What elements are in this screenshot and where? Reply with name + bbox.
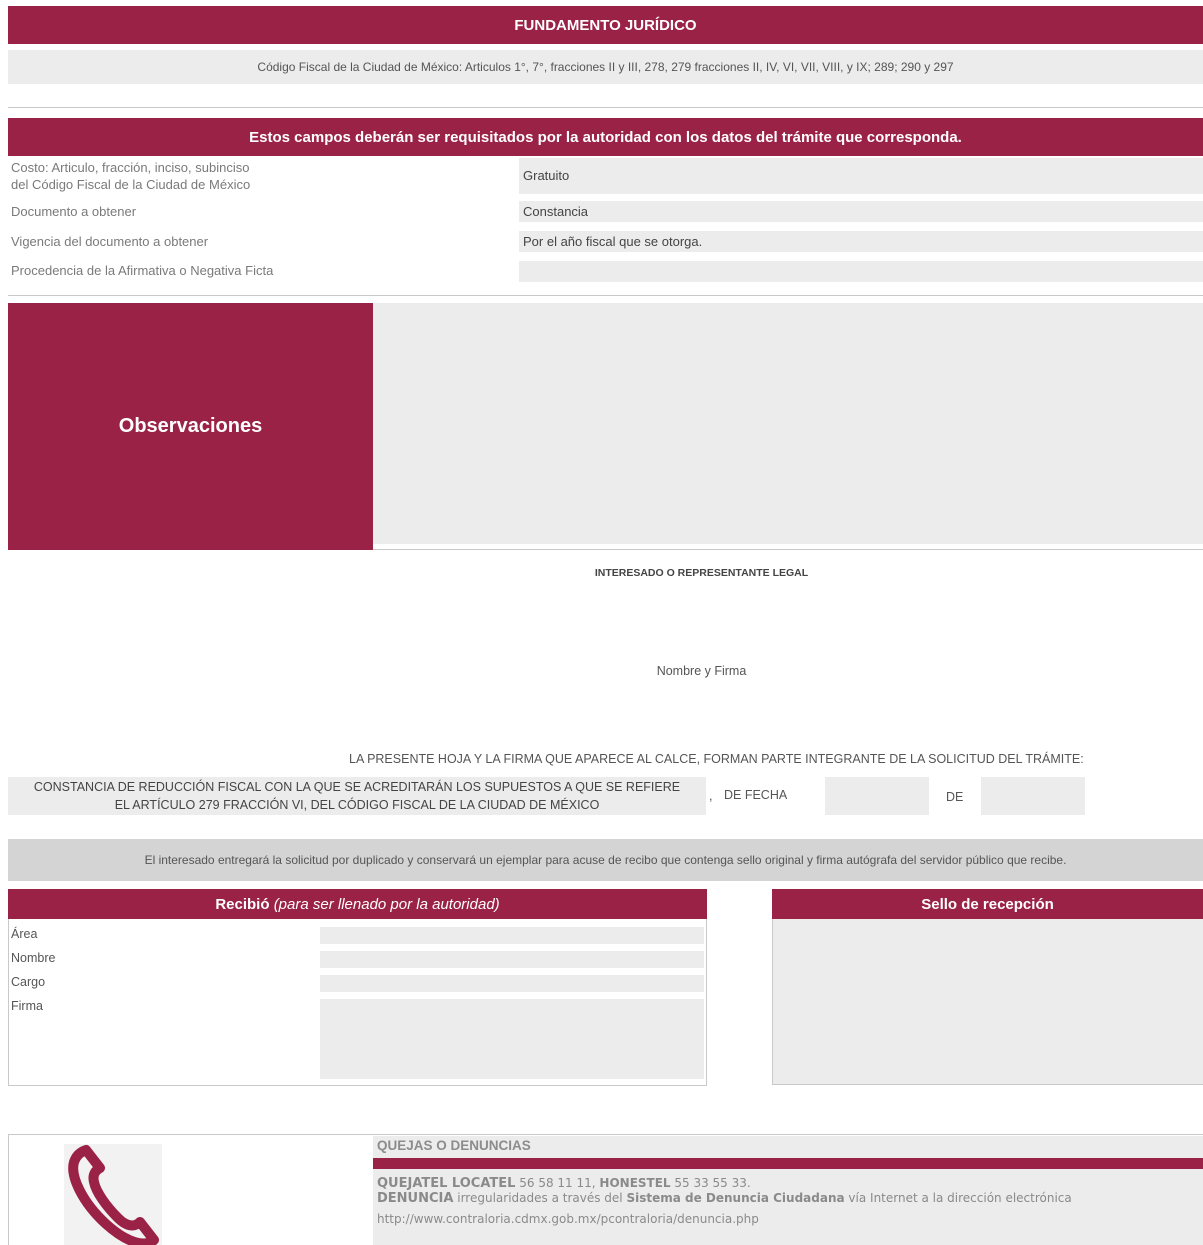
denuncia-url-link[interactable]: http://www.contraloria.cdmx.gob.mx/pcont… (377, 1212, 759, 1226)
cargo-label: Cargo (11, 975, 45, 989)
statement-comma-text: , (709, 789, 713, 803)
quejas-title-box: QUEJAS O DENUNCIAS (373, 1136, 1203, 1158)
vigencia-value: Por el año fiscal que se otorga. (523, 234, 703, 249)
de-label-text: DE (946, 790, 964, 804)
recibio-header: Recibió (para ser llenado por la autorid… (8, 889, 707, 919)
sello-header: Sello de recepción (772, 889, 1203, 919)
costo-value: Gratuito (523, 168, 570, 183)
documento-label-text: Documento a obtener (11, 204, 137, 219)
vigencia-field[interactable]: Por el año fiscal que se otorga. (519, 231, 1203, 252)
phone-icon (64, 1144, 162, 1245)
denuncia-text2: vía Internet a la dirección electrónica (844, 1191, 1072, 1205)
nombre-field[interactable] (320, 951, 704, 968)
signature-name-label: Nombre y Firma (500, 662, 903, 680)
vigencia-label: Vigencia del documento a obtener (11, 234, 208, 249)
observaciones-field[interactable] (373, 303, 1203, 544)
statement-comma: , (709, 789, 712, 803)
firma-label-text: Firma (11, 999, 43, 1013)
tramite-name-box: CONSTANCIA DE REDUCCIÓN FISCAL CON LA QU… (8, 777, 706, 815)
divider (8, 1134, 1203, 1135)
fundamento-text-value: Código Fiscal de la Ciudad de México: Ar… (257, 60, 954, 74)
notice-bar: El interesado entregará la solicitud por… (8, 839, 1203, 881)
costo-label-line1: Costo: Articulo, fracción, inciso, subin… (11, 160, 250, 175)
sello-field[interactable] (772, 919, 1203, 1085)
costo-label-line2: del Código Fiscal de la Ciudad de México (11, 177, 251, 192)
quejas-content: QUEJATEL LOCATEL 56 58 11 11, HONESTEL 5… (373, 1169, 1203, 1245)
statement-intro-text: LA PRESENTE HOJA Y LA FIRMA QUE APARECE … (349, 752, 1084, 766)
nombre-label: Nombre (11, 951, 55, 965)
cargo-field[interactable] (320, 975, 704, 992)
procedencia-label: Procedencia de la Afirmativa o Negativa … (11, 263, 273, 278)
fundamento-title: FUNDAMENTO JURÍDICO (8, 6, 1203, 44)
recibio-border-left (8, 919, 9, 1086)
fecha-field[interactable] (825, 777, 929, 815)
firma-label: Firma (11, 999, 43, 1013)
firma-field[interactable] (320, 999, 704, 1079)
recibio-border-bottom (8, 1085, 707, 1086)
costo-field[interactable]: Gratuito (519, 158, 1203, 194)
fundamento-text: Código Fiscal de la Ciudad de México: Ar… (8, 50, 1203, 84)
fundamento-title-text: FUNDAMENTO JURÍDICO (514, 16, 697, 34)
authority-fields-header: Estos campos deberán ser requisitados po… (8, 118, 1203, 156)
quejas-border-left (8, 1134, 9, 1245)
divider (8, 107, 1203, 108)
de-fecha-label: DE FECHA (724, 788, 787, 802)
documento-field[interactable]: Constancia (519, 201, 1203, 222)
documento-value: Constancia (523, 204, 589, 219)
recibio-title-bold: Recibió (215, 895, 270, 913)
area-field[interactable] (320, 927, 704, 944)
documento-label: Documento a obtener (11, 204, 136, 219)
quejas-title: QUEJAS O DENUNCIAS (377, 1138, 531, 1153)
recibio-title-italic: (para ser llenado por la autoridad) (273, 895, 500, 913)
area-label-text: Área (11, 927, 38, 941)
statement-intro: LA PRESENTE HOJA Y LA FIRMA QUE APARECE … (349, 752, 1201, 770)
authority-fields-title: Estos campos deberán ser requisitados po… (249, 128, 962, 146)
de-fecha-label-text: DE FECHA (724, 788, 788, 802)
procedencia-label-text: Procedencia de la Afirmativa o Negativa … (11, 263, 274, 278)
divider (373, 549, 1203, 550)
denuncia-text1: irregularidades a través del (453, 1191, 627, 1205)
area-label: Área (11, 927, 37, 941)
recibio-border-right (706, 919, 707, 1086)
signature-heading: INTERESADO O REPRESENTANTE LEGAL (400, 565, 1003, 581)
sello-title: Sello de recepción (921, 895, 1054, 913)
procedencia-field[interactable] (519, 261, 1203, 282)
denuncia-label: DENUNCIA (377, 1191, 454, 1206)
quejas-accent-bar (373, 1158, 1203, 1169)
tramite-line1: CONSTANCIA DE REDUCCIÓN FISCAL CON LA QU… (33, 780, 681, 794)
tramite-line2: EL ARTÍCULO 279 FRACCIÓN VI, DEL CÓDIGO … (114, 798, 600, 812)
observaciones-title: Observaciones (118, 415, 263, 437)
divider (8, 295, 1203, 296)
nombre-label-text: Nombre (11, 951, 56, 965)
de-label: DE (946, 790, 963, 804)
costo-label: Costo: Articulo, fracción, inciso, subin… (11, 159, 250, 193)
year-field[interactable] (981, 777, 1085, 815)
vigencia-label-text: Vigencia del documento a obtener (11, 234, 209, 249)
cargo-label-text: Cargo (11, 975, 46, 989)
denuncia-system: Sistema de Denuncia Ciudadana (626, 1191, 845, 1205)
notice-text: El interesado entregará la solicitud por… (144, 853, 1067, 867)
signature-name-label-text: Nombre y Firma (656, 664, 747, 678)
observaciones-header: Observaciones (8, 303, 373, 550)
signature-heading-text: INTERESADO O REPRESENTANTE LEGAL (594, 567, 809, 579)
phone-icon-svg (68, 1145, 159, 1245)
